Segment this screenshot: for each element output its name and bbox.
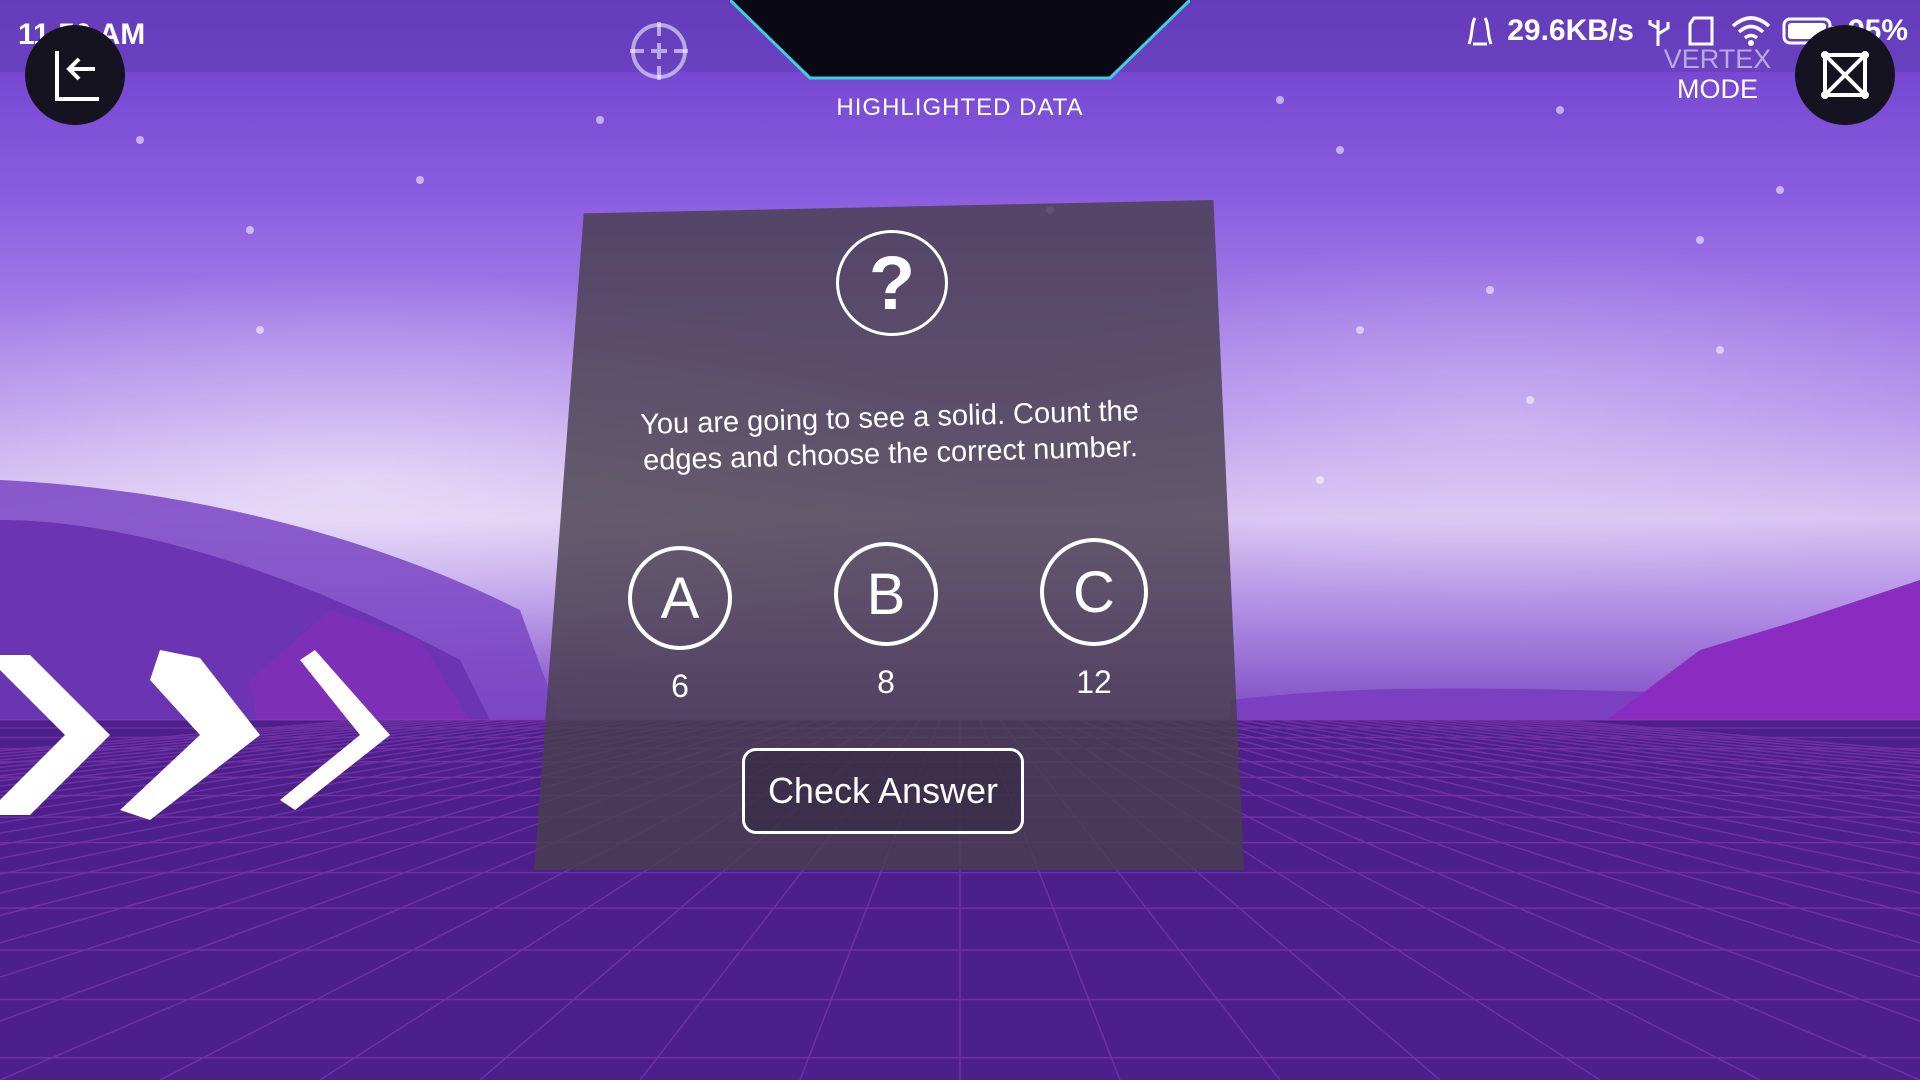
option-a-circle[interactable]: A bbox=[628, 546, 732, 650]
option-b-value: 8 bbox=[877, 664, 895, 700]
check-answer-button[interactable]: Check Answer bbox=[742, 748, 1024, 834]
back-button[interactable] bbox=[25, 25, 125, 125]
option-a[interactable]: A 6 bbox=[628, 546, 732, 705]
signal-icon bbox=[1467, 17, 1493, 46]
vertex-mode-label: VERTEX MODE bbox=[1630, 44, 1805, 104]
cube-frame-icon bbox=[1821, 51, 1869, 99]
option-c-value: 12 bbox=[1076, 664, 1112, 700]
chevron-right-icon bbox=[0, 655, 110, 815]
option-b-circle[interactable]: B bbox=[834, 542, 938, 646]
sd-card-icon bbox=[1688, 16, 1714, 46]
usb-icon bbox=[1648, 20, 1670, 46]
wifi-icon bbox=[1731, 16, 1771, 46]
chevron-right-icon bbox=[120, 650, 260, 820]
network-speed: 29.6KB/s bbox=[1507, 14, 1634, 47]
option-c-circle[interactable]: C bbox=[1040, 538, 1148, 646]
option-a-value: 6 bbox=[671, 668, 689, 704]
question-mark-icon: ? bbox=[836, 230, 948, 336]
next-chevrons[interactable] bbox=[0, 640, 420, 840]
vertex-mode-button[interactable] bbox=[1795, 25, 1895, 125]
crosshair-icon[interactable] bbox=[628, 20, 690, 82]
page-title: HIGHLIGHTED DATA bbox=[836, 94, 1084, 121]
vertex-mode-ghost-text: VERTEX bbox=[1663, 44, 1772, 74]
vr-scene: 11 50 AM 29.6KB/s 95% HIGHLIGHTED DATA bbox=[0, 0, 1920, 1080]
option-b[interactable]: B 8 bbox=[834, 542, 938, 701]
back-arrow-icon bbox=[55, 51, 99, 101]
option-c[interactable]: C 12 bbox=[1040, 538, 1148, 701]
chevron-right-icon bbox=[280, 650, 390, 810]
top-notch bbox=[730, 0, 1190, 80]
vertex-mode-text: MODE bbox=[1677, 74, 1758, 104]
